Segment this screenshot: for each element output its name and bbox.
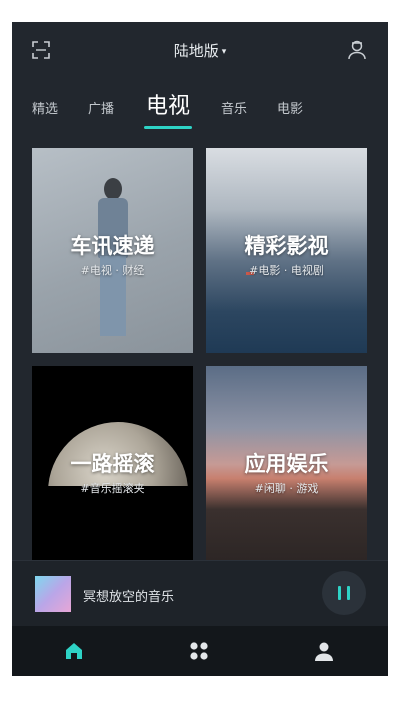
tab-radio[interactable]: 广播: [88, 98, 114, 117]
tab-featured[interactable]: 精选: [32, 98, 58, 117]
category-tabs: 精选 广播 电视 音乐 电影: [12, 84, 388, 130]
bottom-nav: [12, 626, 388, 676]
card-car-news[interactable]: 车讯速递 #电视 · 财经: [32, 148, 193, 353]
card-entertainment[interactable]: 应用娱乐 #闲聊 · 游戏: [206, 366, 367, 571]
nav-home[interactable]: [12, 626, 137, 676]
app-screen: 陆地版 ▾ 精选 广播 电视 音乐 电影 车讯速递 #电视 · 财经 精彩影视 #…: [12, 22, 388, 676]
home-icon: [66, 643, 82, 659]
card-rock[interactable]: 一路摇滚 #音乐摇滚夹: [32, 366, 193, 571]
card-subtitle: #电影 · 电视剧: [249, 264, 324, 277]
nav-profile[interactable]: [262, 626, 387, 676]
album-cover: [35, 576, 71, 612]
region-title: 陆地版: [173, 42, 219, 60]
active-tab-indicator: [144, 126, 192, 129]
mini-player[interactable]: 冥想放空的音乐: [12, 560, 388, 627]
region-selector[interactable]: 陆地版 ▾: [12, 40, 388, 61]
chevron-down-icon: ▾: [221, 47, 227, 57]
driver-profile-icon[interactable]: [346, 39, 368, 61]
tab-tv[interactable]: 电视: [146, 88, 190, 120]
card-subtitle: #音乐摇滚夹: [80, 482, 145, 495]
card-subtitle: #电视 · 财经: [80, 264, 145, 277]
pause-icon: [338, 586, 341, 600]
apps-grid-icon: [190, 642, 208, 660]
card-subtitle: #闲聊 · 游戏: [254, 482, 319, 495]
header: 陆地版 ▾: [12, 22, 388, 78]
tab-movies[interactable]: 电影: [277, 98, 303, 117]
card-title: 精彩影视: [244, 234, 329, 258]
card-title: 一路摇滚: [70, 452, 155, 476]
nav-apps[interactable]: [137, 626, 262, 676]
tab-music[interactable]: 音乐: [221, 98, 247, 117]
song-title: 冥想放空的音乐: [83, 590, 175, 605]
card-title: 车讯速递: [70, 234, 155, 258]
pause-button[interactable]: [322, 571, 366, 615]
card-title: 应用娱乐: [244, 452, 329, 476]
card-film-tv[interactable]: 精彩影视 #电影 · 电视剧: [206, 148, 367, 353]
user-icon: [315, 642, 333, 661]
